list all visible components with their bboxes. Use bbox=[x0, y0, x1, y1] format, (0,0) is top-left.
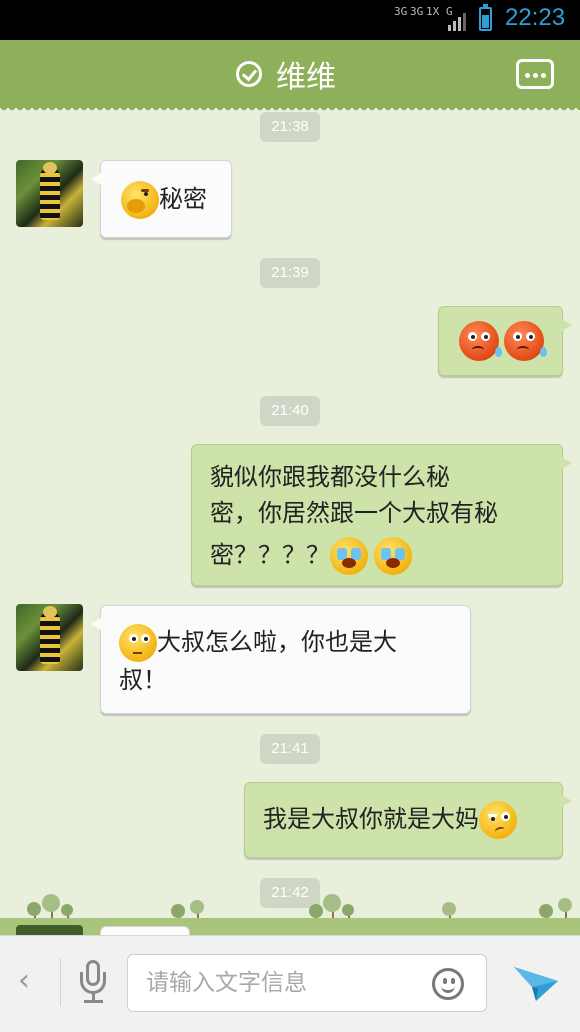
avatar[interactable] bbox=[16, 160, 83, 227]
network-type-3g: 3G bbox=[394, 5, 408, 18]
hush-emoji-icon bbox=[121, 181, 159, 219]
sent-message-bubble[interactable]: 貌似你跟我都没什么秘 密，你居然跟一个大叔有秘 密？？？？ bbox=[191, 444, 572, 586]
network-type-3g-2: 3G bbox=[410, 5, 424, 18]
message-text: 我是大叔你就是大妈 bbox=[263, 805, 479, 833]
send-button[interactable] bbox=[512, 961, 560, 1003]
timestamp: 21:40 bbox=[260, 396, 320, 426]
timestamp: 21:39 bbox=[260, 258, 320, 288]
received-message-bubble[interactable]: 秘密 bbox=[91, 160, 232, 238]
message-text-line: 密，你居然跟一个大叔有秘 bbox=[210, 499, 498, 527]
chat-title-group: 维维 bbox=[236, 54, 336, 95]
sad-red-emoji-icon bbox=[504, 321, 547, 361]
avatar[interactable] bbox=[16, 604, 83, 671]
network-type-1x: 1X bbox=[426, 5, 440, 18]
smirk-emoji-icon bbox=[479, 801, 517, 839]
message-input-bar: ‹ bbox=[0, 935, 580, 1032]
crying-emoji-icon bbox=[374, 537, 412, 575]
check-circle-icon bbox=[236, 61, 262, 87]
emoji-picker-icon[interactable] bbox=[432, 968, 464, 1000]
collapse-arrow-button[interactable]: ‹ bbox=[18, 966, 42, 996]
divider bbox=[60, 958, 61, 1006]
message-text-line: 密？？？？ bbox=[210, 541, 330, 569]
crying-emoji-icon bbox=[330, 537, 368, 575]
message-text-line: 貌似你跟我都没什么秘 bbox=[210, 463, 450, 491]
sad-red-emoji-icon bbox=[459, 321, 502, 361]
battery-icon bbox=[479, 4, 492, 31]
sent-message-bubble[interactable] bbox=[438, 306, 572, 376]
status-bar: 3G 3G 1X G 22:23 bbox=[0, 0, 580, 40]
timestamp: 21:41 bbox=[260, 734, 320, 764]
more-options-button[interactable] bbox=[516, 59, 554, 89]
thinking-emoji-icon bbox=[119, 624, 157, 662]
message-text: 秘密 bbox=[159, 185, 207, 213]
received-message-bubble[interactable]: 大叔怎么啦，你也是大 叔！ bbox=[91, 605, 471, 714]
microphone-icon[interactable] bbox=[78, 960, 110, 1004]
chat-header: 维维 bbox=[0, 40, 580, 113]
chat-title: 维维 bbox=[276, 60, 336, 95]
message-text-line: 叔！ bbox=[119, 666, 167, 694]
message-text-line: 大叔怎么啦，你也是大 bbox=[157, 628, 397, 656]
sent-message-bubble[interactable]: 我是大叔你就是大妈 bbox=[244, 782, 572, 858]
timestamp: 21:38 bbox=[260, 112, 320, 142]
signal-icon bbox=[448, 13, 466, 31]
clock: 22:23 bbox=[505, 4, 566, 31]
